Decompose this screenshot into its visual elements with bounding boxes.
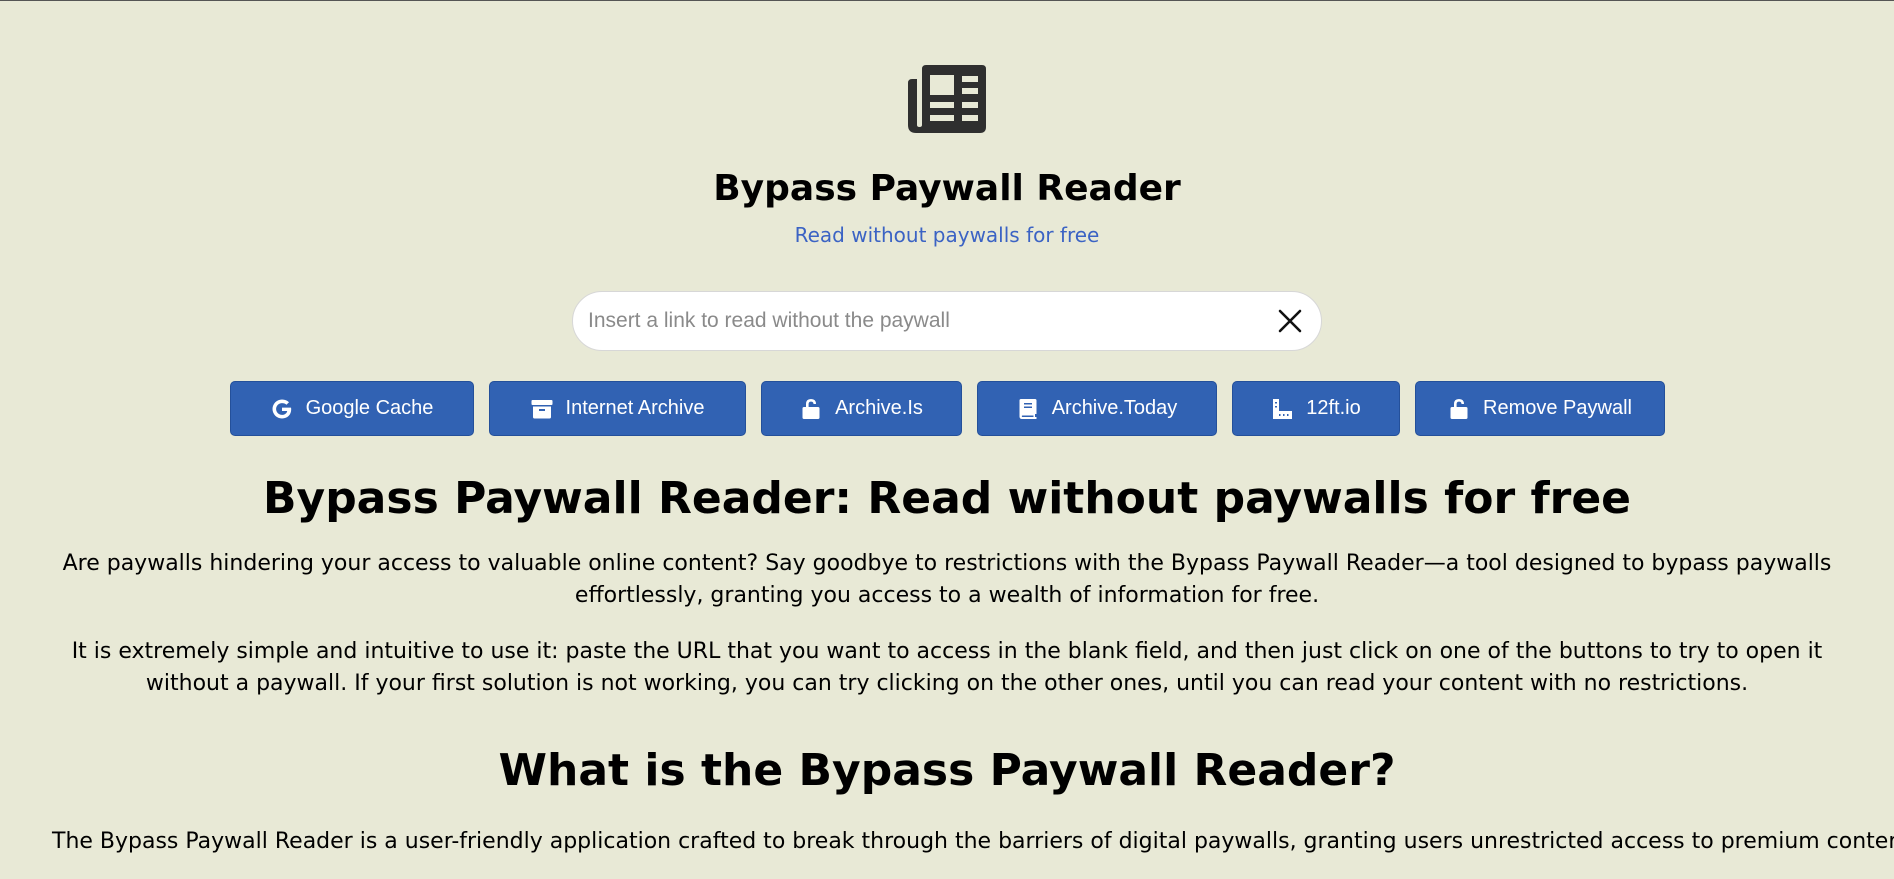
google-icon bbox=[270, 397, 294, 421]
ruler-icon bbox=[1270, 397, 1294, 421]
app-title: Bypass Paywall Reader bbox=[713, 168, 1181, 209]
archive-today-button[interactable]: Archive.Today bbox=[976, 381, 1217, 436]
12ft-io-label: 12ft.io bbox=[1306, 397, 1361, 419]
page: Bypass Paywall Reader Read without paywa… bbox=[0, 1, 1894, 858]
unlock-icon bbox=[1447, 397, 1471, 421]
google-cache-label: Google Cache bbox=[305, 397, 434, 419]
book-icon bbox=[1016, 397, 1040, 421]
service-buttons: Google Cache Internet Archive Archive.Is… bbox=[229, 381, 1665, 436]
internet-archive-button[interactable]: Internet Archive bbox=[488, 381, 746, 436]
unlock-icon bbox=[799, 397, 823, 421]
archive-box-icon bbox=[530, 397, 554, 421]
usage-paragraph: It is extremely simple and intuitive to … bbox=[71, 639, 1823, 696]
section-heading: What is the Bypass Paywall Reader? bbox=[498, 745, 1396, 796]
google-cache-button[interactable]: Google Cache bbox=[229, 381, 474, 436]
description-paragraph: The Bypass Paywall Reader is a user-frie… bbox=[52, 829, 1894, 854]
newspaper-icon bbox=[908, 65, 986, 133]
clear-button[interactable] bbox=[1275, 306, 1305, 336]
archive-today-label: Archive.Today bbox=[1051, 397, 1178, 419]
url-input[interactable] bbox=[588, 309, 1275, 333]
archive-is-label: Archive.Is bbox=[835, 397, 923, 419]
remove-paywall-label: Remove Paywall bbox=[1483, 397, 1632, 419]
close-icon bbox=[1278, 309, 1302, 333]
12ft-io-button[interactable]: 12ft.io bbox=[1231, 381, 1400, 436]
archive-is-button[interactable]: Archive.Is bbox=[760, 381, 962, 436]
internet-archive-label: Internet Archive bbox=[565, 397, 705, 419]
intro-paragraph: Are paywalls hindering your access to va… bbox=[62, 551, 1832, 608]
main-heading: Bypass Paywall Reader: Read without payw… bbox=[262, 473, 1632, 524]
app-tagline: Read without paywalls for free bbox=[794, 223, 1100, 247]
search-bar bbox=[572, 291, 1322, 351]
remove-paywall-button[interactable]: Remove Paywall bbox=[1414, 381, 1665, 436]
